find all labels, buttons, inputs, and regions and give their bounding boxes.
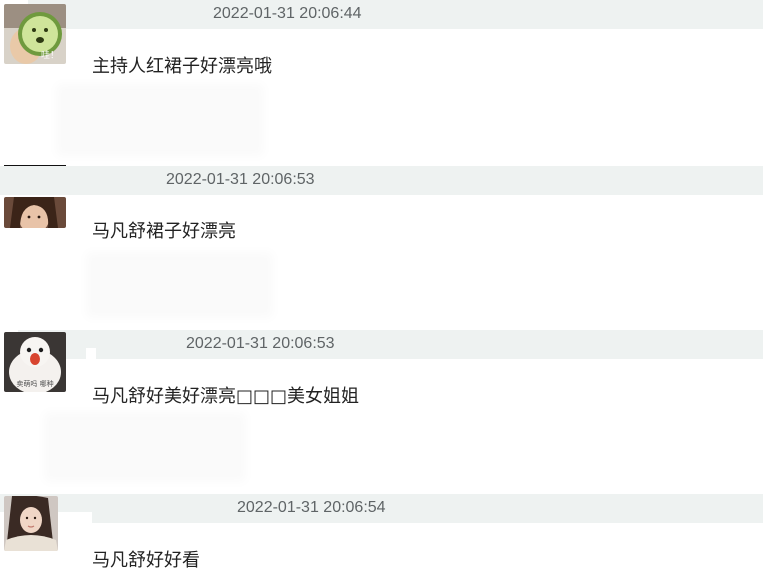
avatar-caption: 哇！ <box>41 50 59 61</box>
cucumber-avatar-icon[interactable]: 哇！ <box>4 4 66 64</box>
comment-timestamp: 2022-01-31 20:06:54 <box>237 499 386 516</box>
blurred-image-placeholder <box>92 258 267 312</box>
blurred-image-placeholder <box>62 90 258 150</box>
comment-header: 2022-01-31 20:06:53 <box>0 166 763 195</box>
avatar-caption: 卖萌吗 哪种 <box>16 379 53 388</box>
comment-timestamp: 2022-01-31 20:06:53 <box>186 335 335 352</box>
blurred-image-placeholder <box>50 418 240 476</box>
comment-text: 马凡舒好好看 <box>92 550 200 571</box>
comment-timestamp: 2022-01-31 20:06:44 <box>213 5 362 22</box>
girl-portrait-avatar-icon[interactable] <box>4 197 66 228</box>
woman-scarf-avatar-icon[interactable] <box>4 496 58 551</box>
comment-header: 2022-01-31 20:06:53 <box>0 330 763 359</box>
snowman-avatar-icon[interactable]: 卖萌吗 哪种 <box>4 332 66 392</box>
comment-text: 主持人红裙子好漂亮哦 <box>92 56 272 77</box>
comment-text: 马凡舒裙子好漂亮 <box>92 221 236 242</box>
comment-header: 2022-01-31 20:06:54 <box>0 494 763 523</box>
comment-header: 2022-01-31 20:06:44 <box>0 0 763 29</box>
comment-feed: 2022-01-31 20:06:44 哇！ 主持人红裙子好漂亮哦 2022-0… <box>0 0 763 583</box>
comment-timestamp: 2022-01-31 20:06:53 <box>166 171 315 188</box>
comment-item: 2022-01-31 20:06:53 卖萌吗 哪种 马凡舒好美好漂亮□□□美女… <box>0 330 763 494</box>
comment-item: 2022-01-31 20:06:53 马凡舒裙子好漂亮 <box>0 166 763 330</box>
comment-text: 马凡舒好美好漂亮□□□美女姐姐 <box>92 386 360 407</box>
comment-item: 2022-01-31 20:06:54 马凡舒好好看 <box>0 494 763 583</box>
comment-item: 2022-01-31 20:06:44 哇！ 主持人红裙子好漂亮哦 <box>0 0 763 167</box>
